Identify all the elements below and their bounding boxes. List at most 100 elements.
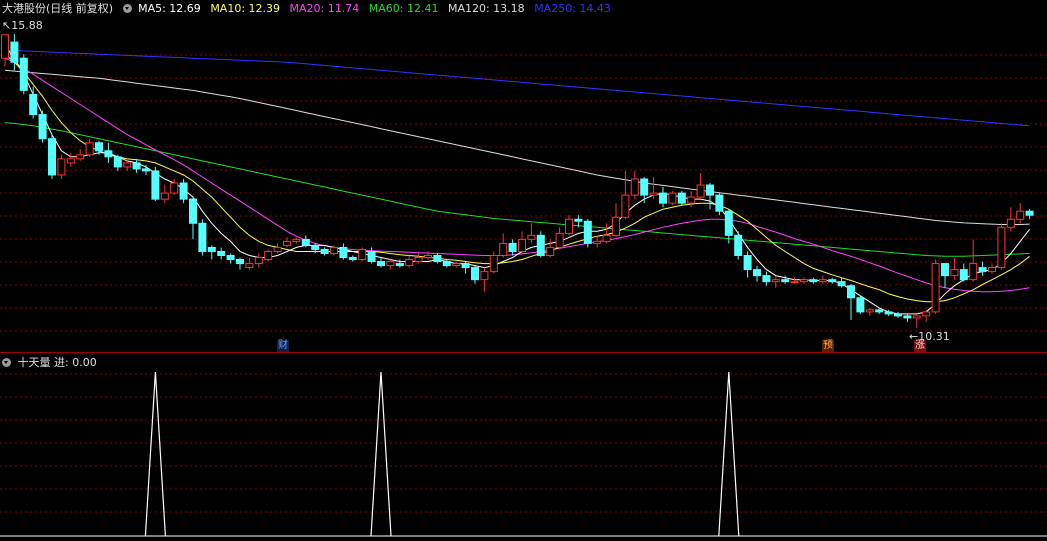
candle-body: [160, 192, 169, 200]
marker-zhang[interactable]: 涨: [914, 340, 926, 352]
candle-body: [546, 246, 555, 257]
candle-body: [706, 184, 714, 196]
candle-body: [687, 196, 696, 204]
candle-body: [875, 309, 884, 313]
candle-body: [38, 114, 47, 140]
indicator-name: 十天量: [17, 356, 51, 369]
candle-body: [715, 194, 724, 212]
candle-body: [508, 242, 517, 252]
kline-chart[interactable]: [0, 0, 1047, 541]
candle-body: [1, 34, 9, 59]
candle-body: [800, 279, 808, 283]
candle-body: [602, 234, 611, 242]
candle-body: [348, 257, 357, 261]
candle-body: [179, 182, 188, 200]
candle-body: [264, 250, 273, 261]
candle-body: [677, 192, 686, 204]
candle-body: [621, 194, 630, 218]
candle-body: [941, 263, 949, 277]
candle-body: [518, 238, 526, 252]
candle-body: [743, 255, 752, 271]
marker-cai[interactable]: 财: [277, 340, 289, 352]
candle-body: [10, 41, 19, 63]
candle-body: [565, 218, 573, 234]
ma250-label: MA250: 14.43: [534, 2, 611, 15]
adjust-mode: (日线 前复权): [46, 2, 114, 15]
dropdown-circle-icon[interactable]: [122, 4, 132, 13]
candle-body: [903, 315, 912, 319]
high-price-label: ↖15.88: [2, 19, 43, 32]
candle-body: [207, 246, 216, 252]
candle-body: [19, 57, 28, 91]
candle-body: [583, 220, 592, 244]
ma20-label: MA20: 11.74: [289, 2, 360, 15]
candle-body: [132, 162, 141, 170]
candle-body: [236, 259, 244, 265]
candle-body: [414, 257, 423, 263]
stock-name: 大港股份: [2, 2, 46, 15]
candle-body: [245, 263, 254, 269]
candle-body: [170, 182, 179, 194]
candle-body: [969, 263, 978, 281]
candle-body: [649, 192, 658, 196]
candle-body: [283, 240, 291, 246]
candle-body: [76, 154, 85, 160]
candle-body: [659, 192, 667, 204]
ma-legend: 大港股份(日线 前复权) MA5: 12.69 MA10: 12.39 MA20…: [2, 2, 617, 16]
candle-body: [1006, 218, 1015, 228]
candle-body: [959, 269, 968, 281]
marker-yu[interactable]: 预: [822, 340, 834, 352]
candle-body: [386, 261, 395, 267]
candle-body: [330, 246, 338, 254]
candle-body: [442, 261, 451, 267]
candle-body: [593, 240, 602, 244]
candle-body: [217, 250, 226, 257]
candle-body: [837, 281, 846, 287]
candle-body: [865, 309, 874, 313]
candle-body: [781, 279, 790, 283]
candle-body: [997, 226, 1006, 269]
candle-body: [461, 263, 470, 269]
ma120-label: MA120: 13.18: [447, 2, 525, 15]
candle-body: [367, 250, 376, 263]
candle-body: [95, 142, 103, 152]
candle-body: [734, 234, 743, 257]
candle-body: [29, 93, 38, 116]
candle-body: [292, 238, 301, 242]
candle-body: [809, 279, 818, 283]
candle-body: [311, 244, 320, 250]
candle-body: [931, 263, 940, 313]
candle-body: [142, 168, 150, 172]
candle-body: [536, 234, 545, 257]
candle-body: [395, 263, 404, 267]
candle-body: [339, 246, 348, 259]
candle-body: [189, 198, 197, 224]
candle-body: [198, 222, 207, 252]
candle-body: [66, 158, 75, 164]
candle-body: [612, 216, 620, 236]
candle-body: [762, 275, 771, 283]
candle-body: [113, 156, 122, 168]
candle-body: [847, 285, 855, 299]
candle-body: [358, 248, 367, 261]
candle-body: [574, 218, 583, 222]
candle-body: [828, 279, 837, 283]
indicator-dropdown-icon[interactable]: [2, 358, 11, 367]
candle-body: [1016, 210, 1025, 220]
candle-body: [57, 158, 66, 176]
candle-body: [856, 297, 865, 313]
candle-body: [630, 178, 639, 196]
indicator-legend: 十天量 进: 0.00: [2, 356, 97, 370]
ma10-label: MA10: 12.39: [210, 2, 281, 15]
candle-body: [489, 255, 498, 273]
candle-body: [668, 192, 677, 204]
candle-body: [104, 150, 113, 158]
candle-body: [894, 313, 902, 317]
candle-body: [424, 255, 432, 259]
candle-body: [818, 279, 827, 283]
candle-body: [884, 311, 893, 315]
candle-body: [696, 184, 705, 198]
candle-body: [790, 281, 799, 284]
candle-body: [480, 271, 489, 281]
candle-body: [771, 279, 780, 283]
